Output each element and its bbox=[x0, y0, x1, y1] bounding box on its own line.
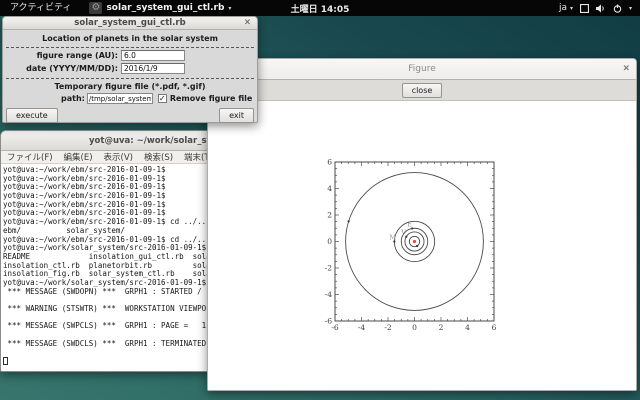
app-menu-label: solar_system_gui_ctl.rb bbox=[106, 3, 224, 13]
planet-marker-jupiter bbox=[348, 220, 350, 222]
sun-marker bbox=[413, 240, 416, 243]
activities-button[interactable]: アクティビティ bbox=[0, 0, 81, 16]
close-button[interactable]: close bbox=[402, 83, 443, 98]
temp-file-heading: Temporary figure file (*.pdf, *.gif) bbox=[3, 79, 257, 91]
figure-range-input[interactable] bbox=[121, 50, 185, 61]
x-tick-label: -6 bbox=[331, 323, 339, 332]
dialog-title: solar_system_gui_ctl.rb bbox=[74, 18, 185, 28]
figure-toolbar: close bbox=[208, 80, 636, 101]
execute-button[interactable]: execute bbox=[6, 108, 58, 123]
path-label: path: bbox=[61, 94, 87, 103]
menu-item[interactable]: ファイル(F) bbox=[7, 151, 53, 163]
dialog-heading: Location of planets in the solar system bbox=[3, 30, 257, 43]
figure-canvas: -6-6-4-4-2-200224466VEM bbox=[208, 101, 636, 390]
x-tick-label: 2 bbox=[439, 323, 444, 332]
close-icon[interactable]: × bbox=[244, 17, 251, 30]
system-status-area[interactable]: ja ▾ ▾ bbox=[559, 3, 640, 13]
menu-item[interactable]: 検索(S) bbox=[144, 151, 173, 163]
volume-icon bbox=[596, 4, 606, 13]
menu-item[interactable]: 編集(E) bbox=[64, 151, 93, 163]
planet-label-mars: M bbox=[389, 234, 396, 242]
x-tick-label: -4 bbox=[358, 323, 366, 332]
remove-file-label: Remove figure file bbox=[170, 94, 252, 103]
y-tick-label: 6 bbox=[327, 158, 332, 167]
power-icon bbox=[613, 4, 622, 13]
separator bbox=[6, 47, 254, 48]
app-icon: ⚙ bbox=[89, 2, 102, 14]
chevron-down-icon: ▾ bbox=[629, 5, 632, 12]
y-tick-label: 2 bbox=[327, 211, 332, 220]
remove-file-checkbox[interactable]: ✓ bbox=[158, 94, 167, 103]
close-icon[interactable]: × bbox=[622, 59, 630, 80]
control-dialog: solar_system_gui_ctl.rb × Location of pl… bbox=[2, 16, 258, 123]
y-tick-label: 0 bbox=[327, 237, 332, 246]
x-tick-label: 0 bbox=[412, 323, 417, 332]
figure-title: Figure bbox=[408, 64, 435, 74]
chevron-down-icon: ▾ bbox=[570, 5, 573, 12]
menu-item[interactable]: 表示(V) bbox=[104, 151, 133, 163]
planet-label-venus: V bbox=[400, 229, 406, 237]
desktop: アクティビティ ⚙ solar_system_gui_ctl.rb ▾ 土曜日 … bbox=[0, 0, 640, 400]
x-tick-label: 6 bbox=[492, 323, 497, 332]
y-tick-label: -6 bbox=[325, 317, 333, 326]
keyboard-layout-label: ja bbox=[559, 3, 567, 13]
exit-button[interactable]: exit bbox=[219, 108, 254, 123]
path-input[interactable] bbox=[87, 93, 153, 104]
chevron-down-icon: ▾ bbox=[228, 5, 231, 12]
date-input[interactable] bbox=[121, 63, 185, 74]
planet-marker-mercury bbox=[416, 245, 418, 247]
x-tick-label: -2 bbox=[384, 323, 392, 332]
figure-window: Figure × close -6-6-4-4-2-200224466VEM bbox=[207, 58, 637, 391]
display-icon bbox=[580, 4, 589, 13]
terminal-cursor bbox=[3, 357, 8, 365]
keyboard-layout-indicator[interactable]: ja ▾ bbox=[559, 3, 573, 13]
y-tick-label: -2 bbox=[325, 264, 333, 273]
figure-range-label: figure range (AU): bbox=[3, 51, 121, 60]
dialog-titlebar[interactable]: solar_system_gui_ctl.rb × bbox=[3, 17, 257, 30]
date-label: date (YYYY/MM/DD): bbox=[3, 64, 121, 73]
figure-plot: -6-6-4-4-2-200224466VEM bbox=[208, 101, 636, 390]
app-menu-button[interactable]: ⚙ solar_system_gui_ctl.rb ▾ bbox=[81, 0, 239, 16]
x-tick-label: 4 bbox=[465, 323, 470, 332]
y-tick-label: 4 bbox=[327, 184, 332, 193]
y-tick-label: -4 bbox=[325, 290, 333, 299]
figure-titlebar[interactable]: Figure × bbox=[208, 59, 636, 80]
top-bar: アクティビティ ⚙ solar_system_gui_ctl.rb ▾ 土曜日 … bbox=[0, 0, 640, 16]
